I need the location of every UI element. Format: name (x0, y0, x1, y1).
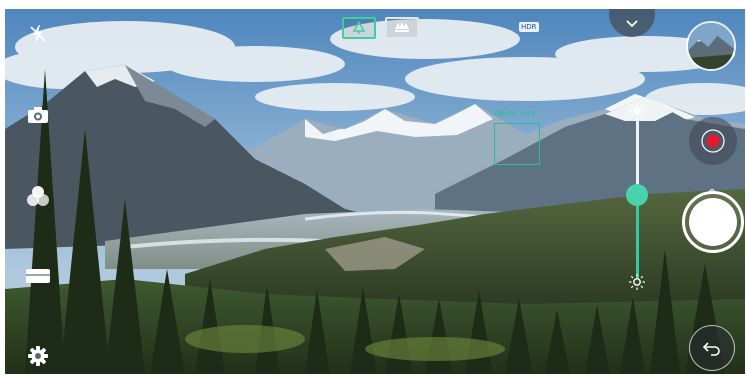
ae-af-lock-label: AE/AF lock (494, 109, 536, 118)
gallery-thumbnail (688, 23, 734, 69)
mode-wide-view-button[interactable] (385, 17, 419, 39)
shutter-button[interactable] (682, 191, 744, 253)
settings-button[interactable] (25, 343, 51, 369)
camera-controls: HDR AE/AF lock (5, 9, 745, 374)
shutter-inner (689, 198, 737, 246)
tree-icon (352, 21, 366, 34)
settings-icon (28, 346, 48, 366)
switch-camera-button[interactable] (25, 102, 51, 128)
back-icon (702, 342, 720, 356)
multi-tree-icon (395, 22, 409, 32)
sun-icon (628, 102, 646, 120)
focus-box[interactable] (494, 123, 540, 165)
exposure-slider-fill (636, 195, 639, 279)
camera-frame: HDR AE/AF lock (5, 9, 745, 374)
collapse-menu-button[interactable] (609, 9, 655, 37)
chevron-down-icon (626, 20, 638, 28)
filter-button[interactable] (24, 182, 52, 210)
filter-icon (27, 186, 49, 206)
aspect-ratio-icon (26, 269, 50, 283)
hdr-badge[interactable]: HDR (519, 22, 539, 32)
aspect-ratio-button[interactable] (23, 264, 53, 288)
exposure-slider-thumb[interactable] (626, 184, 648, 207)
gallery-thumbnail-button[interactable] (686, 21, 736, 71)
mode-single-view-button[interactable] (342, 17, 376, 39)
record-button[interactable] (689, 117, 737, 165)
flash-off-icon (30, 25, 46, 43)
switch-camera-icon (28, 107, 48, 123)
back-button[interactable] (689, 325, 735, 371)
flash-button[interactable] (25, 21, 51, 47)
record-icon (701, 129, 725, 153)
sun-low-icon (629, 274, 645, 290)
dot-indicator (707, 178, 717, 194)
